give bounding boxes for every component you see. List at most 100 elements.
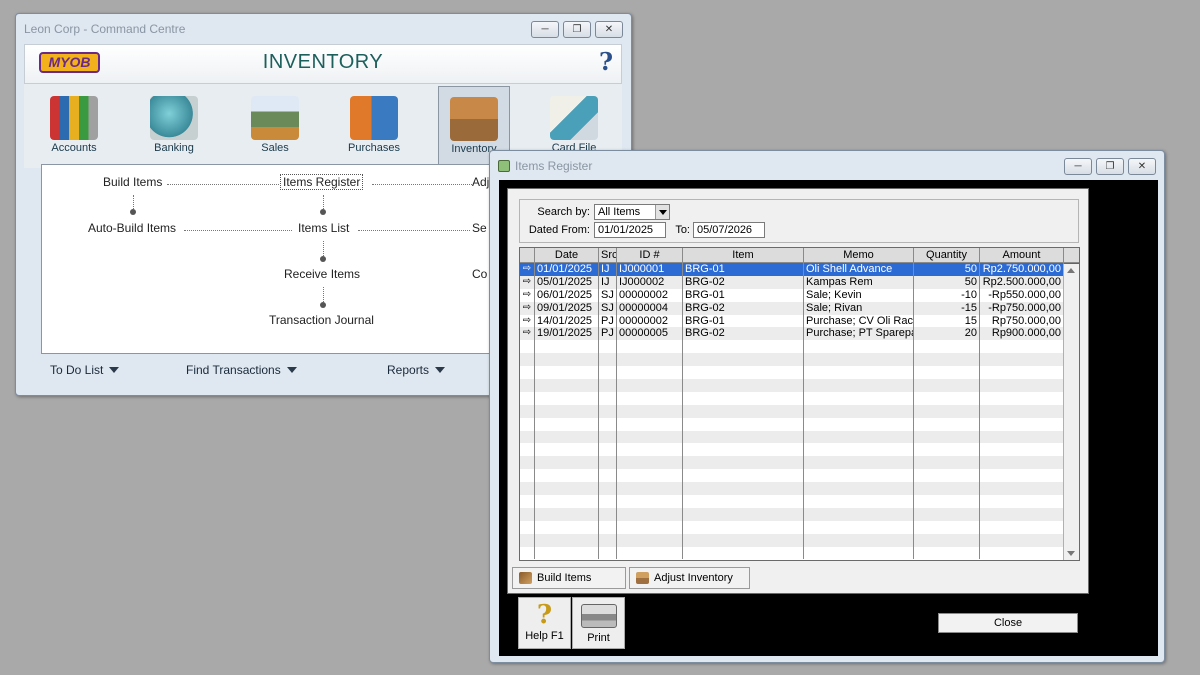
dated-from-input[interactable]: 01/01/2025: [594, 222, 666, 238]
table-row[interactable]: ⇨ 09/01/2025 SJ 00000004 BRG-02 Sale; Rivan -1…: [520, 301, 1079, 315]
build-items-button[interactable]: Build Items: [512, 567, 626, 589]
row-arrow-icon[interactable]: [520, 495, 535, 508]
column-header[interactable]: Quantity: [914, 248, 980, 262]
set-item-prices-link[interactable]: Se: [472, 221, 487, 235]
close-window-button[interactable]: ✕: [1128, 158, 1156, 175]
table-body: ⇨ 01/01/2025 IJ IJ000001 BRG-01 Oli Shell Adv…: [520, 263, 1079, 560]
table-row[interactable]: [520, 443, 1079, 457]
table-row[interactable]: [520, 469, 1079, 483]
close-button[interactable]: Close: [938, 613, 1078, 633]
row-arrow-icon[interactable]: [520, 353, 535, 367]
row-arrow-icon[interactable]: ⇨: [520, 275, 535, 289]
to-date-input[interactable]: 05/07/2026: [693, 222, 765, 238]
maximize-button[interactable]: ❐: [563, 21, 591, 38]
module-sales[interactable]: Sales: [239, 86, 311, 164]
quantity-cell: [914, 520, 980, 534]
row-arrow-icon[interactable]: [520, 507, 535, 521]
table-row[interactable]: [520, 417, 1079, 431]
table-row[interactable]: ⇨ 19/01/2025 PJ 00000005 BRG-02 Purchase; PT …: [520, 327, 1079, 341]
adjust-inventory-link[interactable]: Adj: [472, 175, 489, 189]
items-register-titlebar[interactable]: Items Register: [490, 151, 1164, 181]
table-row[interactable]: ⇨ 06/01/2025 SJ 00000002 BRG-01 Sale; Kevin -1…: [520, 288, 1079, 302]
find-transactions-menu[interactable]: Find Transactions: [186, 363, 297, 377]
flow-arrow-dot: [320, 302, 326, 308]
table-row[interactable]: [520, 340, 1079, 354]
table-row[interactable]: [520, 546, 1079, 560]
row-arrow-icon[interactable]: [520, 366, 535, 380]
build-items-link[interactable]: Build Items: [103, 175, 162, 189]
table-row[interactable]: ⇨ 14/01/2025 PJ 00000002 BRG-01 Purchase; CV …: [520, 314, 1079, 328]
column-header[interactable]: Item: [683, 248, 804, 262]
close-window-button[interactable]: ✕: [595, 21, 623, 38]
item-cell: [683, 533, 804, 547]
table-row[interactable]: [520, 366, 1079, 380]
adjust-inventory-button[interactable]: Adjust Inventory: [629, 567, 750, 589]
row-arrow-icon[interactable]: [520, 546, 535, 560]
receive-items-link[interactable]: Receive Items: [284, 267, 360, 281]
minimize-button[interactable]: ─: [1064, 158, 1092, 175]
column-header[interactable]: ID #: [617, 248, 683, 262]
row-arrow-icon[interactable]: [520, 456, 535, 470]
maximize-button[interactable]: ❐: [1096, 158, 1124, 175]
amount-cell: [980, 340, 1064, 354]
row-arrow-icon[interactable]: [520, 520, 535, 534]
row-arrow-icon[interactable]: [520, 533, 535, 547]
minimize-button[interactable]: ─: [531, 21, 559, 38]
scroll-down-icon[interactable]: [1067, 551, 1075, 556]
row-arrow-icon[interactable]: [520, 379, 535, 392]
column-header[interactable]: Date: [535, 248, 599, 262]
row-arrow-icon[interactable]: ⇨: [520, 327, 535, 341]
table-row[interactable]: [520, 520, 1079, 534]
row-arrow-icon[interactable]: [520, 443, 535, 457]
row-arrow-icon[interactable]: [520, 430, 535, 444]
module-accounts[interactable]: Accounts: [38, 86, 110, 164]
table-row[interactable]: [520, 482, 1079, 496]
table-row[interactable]: [520, 495, 1079, 508]
search-by-select[interactable]: All Items: [594, 204, 670, 220]
table-row[interactable]: [520, 353, 1079, 367]
table-row[interactable]: ⇨ 05/01/2025 IJ IJ000002 BRG-02 Kampas Rem 50 R…: [520, 275, 1079, 289]
row-arrow-icon[interactable]: [520, 404, 535, 418]
chevron-down-icon[interactable]: [655, 205, 669, 219]
row-arrow-icon[interactable]: ⇨: [520, 301, 535, 315]
table-row[interactable]: [520, 404, 1079, 418]
table-row[interactable]: [520, 507, 1079, 521]
table-row[interactable]: [520, 533, 1079, 547]
row-arrow-icon[interactable]: ⇨: [520, 314, 535, 328]
help-icon[interactable]: ?: [599, 47, 613, 76]
table-row[interactable]: [520, 456, 1079, 470]
table-row[interactable]: [520, 430, 1079, 444]
auto-build-items-link[interactable]: Auto-Build Items: [88, 221, 176, 235]
table-row[interactable]: [520, 391, 1079, 405]
column-header[interactable]: Amount: [980, 248, 1064, 262]
amount-cell: [980, 482, 1064, 496]
id-cell: [617, 546, 683, 560]
row-arrow-icon[interactable]: [520, 340, 535, 354]
row-arrow-icon[interactable]: [520, 469, 535, 483]
print-button[interactable]: Print: [572, 597, 625, 649]
memo-cell: Sale; Rivan: [804, 301, 914, 315]
row-arrow-icon[interactable]: ⇨: [520, 263, 535, 276]
table-row[interactable]: ⇨ 01/01/2025 IJ IJ000001 BRG-01 Oli Shell Adv…: [520, 263, 1079, 276]
row-arrow-icon[interactable]: [520, 417, 535, 431]
vertical-scrollbar[interactable]: [1063, 264, 1079, 560]
todo-list-menu[interactable]: To Do List: [50, 363, 120, 377]
count-inventory-link[interactable]: Co: [472, 267, 487, 281]
items-register-link[interactable]: Items Register: [280, 174, 364, 190]
column-header[interactable]: Memo: [804, 248, 914, 262]
transaction-journal-link[interactable]: Transaction Journal: [269, 313, 374, 327]
column-header[interactable]: Src: [599, 248, 617, 262]
id-cell: [617, 404, 683, 418]
row-arrow-icon[interactable]: [520, 482, 535, 496]
help-button[interactable]: ? Help F1: [518, 597, 571, 649]
amount-cell: [980, 379, 1064, 392]
items-list-link[interactable]: Items List: [298, 221, 349, 235]
source-cell: IJ: [599, 275, 617, 289]
table-row[interactable]: [520, 379, 1079, 392]
row-arrow-icon[interactable]: [520, 391, 535, 405]
row-arrow-icon[interactable]: ⇨: [520, 288, 535, 302]
module-banking[interactable]: Banking: [138, 86, 210, 164]
module-purchases[interactable]: Purchases: [338, 86, 410, 164]
reports-menu[interactable]: Reports: [387, 363, 446, 377]
scroll-up-icon[interactable]: [1067, 268, 1075, 273]
